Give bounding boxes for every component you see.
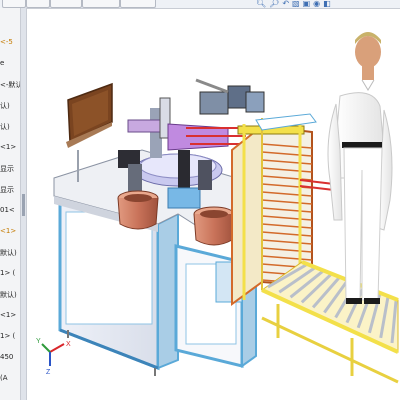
feature-manager-tree: <-5 e <-默认 认) 认) <1> 显示 显示 01< <1> 默认) 1> (默认) <1> 1>… [0,8,21,400]
display-style-icon[interactable]: ◉ [313,0,320,8]
orientation-triad: X Y Z [36,338,71,376]
command-tab[interactable] [120,0,156,8]
heads-up-view-toolbar: 🔍︎ 🔎︎ ↶ ▧ ▣ ◉ ◧ [256,0,331,8]
command-tab[interactable] [2,0,26,8]
top-toolbar: 🔍︎ 🔎︎ ↶ ▧ ▣ ◉ ◧ [0,0,400,9]
command-tab[interactable] [82,0,120,8]
splitter-grip-icon[interactable] [22,194,25,216]
zoom-area-icon[interactable]: 🔎︎ [269,0,279,8]
feature-tree-item[interactable]: 认) [0,122,10,132]
feature-tree-item[interactable]: 450 [0,353,13,361]
feature-tree-item[interactable]: 1> ( [0,269,15,277]
feature-tree-item[interactable]: 显示 [0,164,14,174]
feature-tree-item[interactable]: <1> [0,143,16,151]
command-tab[interactable] [26,0,50,8]
feature-tree-item[interactable]: <-5 [0,38,13,46]
feature-tree-item[interactable]: (A [0,374,8,382]
hide-show-icon[interactable]: ◧ [323,0,331,8]
feature-tree-item[interactable]: 01< [0,206,15,214]
zoom-fit-icon[interactable]: 🔍︎ [256,0,266,8]
triad-y-label: Y [36,338,41,345]
triad-y-axis [41,343,51,353]
feature-tree-item[interactable]: <1> [0,227,16,235]
feature-tree-item[interactable]: 默认) [0,248,17,258]
human-figure [327,32,393,304]
feature-tree-item[interactable]: 1> ( [0,332,15,340]
feature-tree-item[interactable]: <1> [0,311,16,319]
triad-x-axis [49,343,65,353]
feature-tree-item[interactable]: 默认) [0,290,17,300]
section-view-icon[interactable]: ▧ [292,0,300,8]
feature-tree-item[interactable]: 认) [0,101,10,111]
assembly-model: X Y Z [36,32,399,384]
triad-x-label: X [66,341,71,348]
feature-tree-item[interactable]: e [0,59,4,67]
command-tab[interactable] [50,0,82,8]
view-orientation-icon[interactable]: ▣ [303,0,311,8]
feature-tree-item[interactable]: <-默认 [0,80,20,90]
graphics-viewport[interactable]: X Y Z [27,9,400,400]
feature-tree-item[interactable]: 显示 [0,185,14,195]
previous-view-icon[interactable]: ↶ [282,0,289,8]
triad-z-label: Z [46,369,51,376]
